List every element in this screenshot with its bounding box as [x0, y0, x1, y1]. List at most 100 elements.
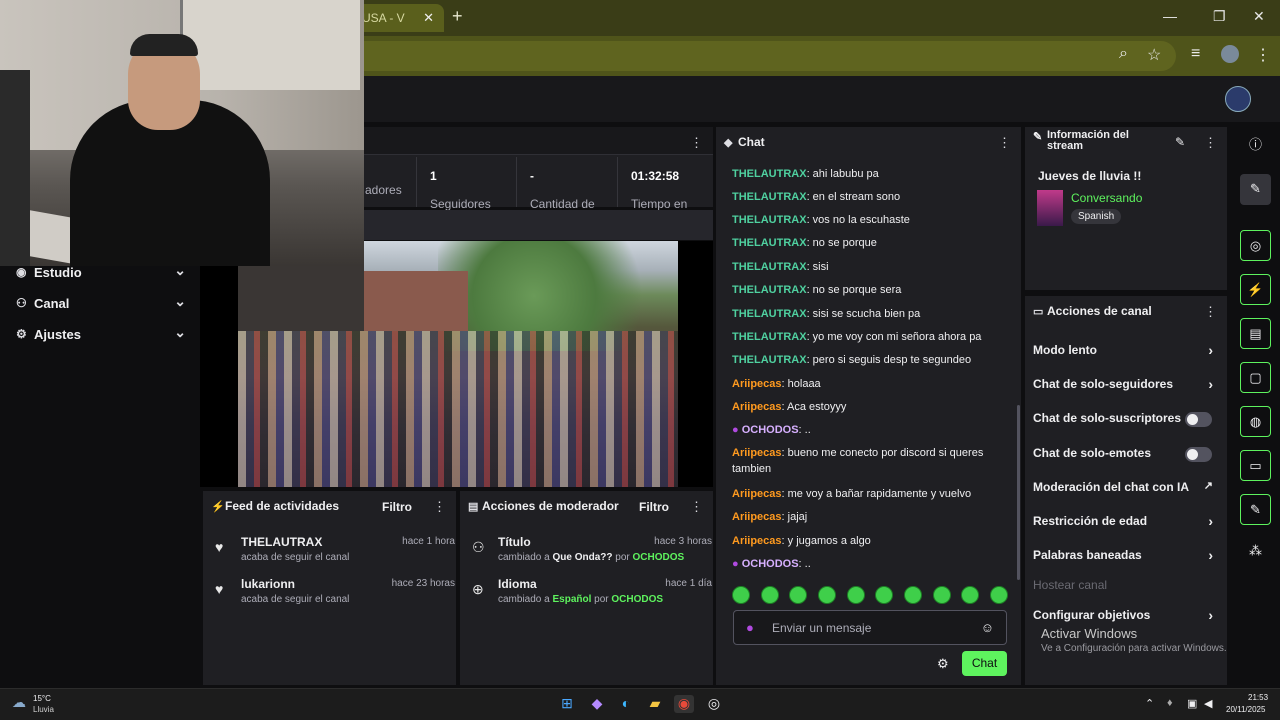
mic-tray-icon[interactable]: ♦: [1167, 697, 1173, 709]
emote-button[interactable]: [961, 586, 980, 604]
chat-username[interactable]: THELAUTRAX: [732, 308, 807, 320]
copilot-icon[interactable]: ◆: [587, 695, 607, 713]
chat-icon[interactable]: ▢: [1240, 362, 1271, 393]
stream-video[interactable]: [238, 241, 678, 487]
action-ai-moderation[interactable]: Moderación del chat con IA ↗: [1033, 480, 1219, 500]
chat-text: : ..: [798, 558, 811, 570]
emoji-picker-icon[interactable]: ☺: [981, 620, 994, 635]
emote-button[interactable]: [760, 586, 779, 604]
explorer-icon[interactable]: ▰: [645, 695, 665, 713]
category-link[interactable]: Conversando: [1071, 191, 1142, 205]
emote-button[interactable]: [789, 586, 808, 604]
wrench-icon: ✎: [1033, 131, 1043, 143]
action-emotes-only[interactable]: Chat de solo-emotes: [1033, 446, 1219, 466]
emote-button[interactable]: [903, 586, 922, 604]
chat-username[interactable]: OCHODOS: [742, 424, 799, 436]
wrench-icon[interactable]: ✎: [1240, 494, 1271, 525]
chat-username[interactable]: THELAUTRAX: [732, 237, 807, 249]
broadcast-icon[interactable]: ◍: [1240, 406, 1271, 437]
send-chat-button[interactable]: Chat: [962, 651, 1007, 676]
document-icon[interactable]: ▤: [1240, 318, 1271, 349]
minimize-button[interactable]: —: [1163, 8, 1177, 24]
info-icon[interactable]: ⓘ: [1240, 130, 1271, 161]
action-slow-mode[interactable]: Modo lento ›: [1033, 342, 1219, 363]
category-thumbnail: [1037, 190, 1063, 226]
edit-pencil-icon[interactable]: ✎: [1175, 135, 1185, 149]
chat-text: : no se porque sera: [806, 284, 902, 296]
subs-only-toggle[interactable]: [1185, 412, 1212, 427]
network-icon[interactable]: ▣: [1187, 697, 1197, 710]
profile-avatar[interactable]: [1221, 45, 1239, 63]
action-goals[interactable]: Configurar objetivos ›: [1033, 607, 1219, 628]
address-bar[interactable]: [330, 41, 1176, 71]
chat-username[interactable]: THELAUTRAX: [732, 168, 807, 180]
chat-settings-icon[interactable]: ⚙: [937, 656, 949, 672]
chat-username[interactable]: THELAUTRAX: [732, 354, 807, 366]
chat-username[interactable]: THELAUTRAX: [732, 331, 807, 343]
chat-message: THELAUTRAX: no se porque sera: [732, 282, 1012, 298]
filter-button[interactable]: Filtro: [639, 500, 669, 514]
edge-icon[interactable]: ◐: [616, 695, 636, 713]
media-control-icon[interactable]: ≡: [1191, 45, 1200, 63]
kebab-menu-icon[interactable]: ⋮: [690, 135, 703, 151]
kebab-menu-icon[interactable]: ⋮: [433, 499, 446, 515]
chat-username[interactable]: THELAUTRAX: [732, 284, 807, 296]
action-followers-only[interactable]: Chat de solo-seguidores ›: [1033, 376, 1219, 397]
close-window-button[interactable]: ✕: [1253, 8, 1265, 25]
clock-date[interactable]: 20/11/2025: [1226, 705, 1265, 714]
emote-button[interactable]: [932, 586, 951, 604]
action-subs-only[interactable]: Chat de solo-suscriptores: [1033, 411, 1219, 431]
chat-username[interactable]: Ariipecas: [732, 488, 782, 500]
weather-icon[interactable]: ☁: [12, 694, 26, 711]
chat-input[interactable]: ● Enviar un mensaje ☺: [733, 610, 1007, 645]
heart-icon: ♥: [215, 581, 224, 597]
clock-time[interactable]: 21:53: [1248, 693, 1268, 702]
edit-icon[interactable]: ✎: [1240, 174, 1271, 205]
emote-button[interactable]: [846, 586, 865, 604]
chat-username[interactable]: Ariipecas: [732, 401, 782, 413]
player-header: [364, 210, 713, 240]
kebab-menu-icon[interactable]: ⋮: [1204, 304, 1217, 320]
chat-username[interactable]: THELAUTRAX: [732, 261, 807, 273]
camera-icon[interactable]: ◎: [1240, 230, 1271, 261]
chat-username[interactable]: OCHODOS: [742, 558, 799, 570]
chat-username[interactable]: Ariipecas: [732, 378, 782, 390]
obs-icon[interactable]: ◎: [704, 695, 724, 713]
tray-chevron-icon[interactable]: ⌃: [1145, 697, 1154, 710]
webcam-inset: [238, 265, 364, 331]
chat-text: : y jugamos a algo: [781, 535, 871, 547]
start-icon[interactable]: ⊞: [557, 695, 577, 713]
tab-close-icon[interactable]: ✕: [423, 10, 434, 26]
bookmark-star-icon[interactable]: ☆: [1147, 45, 1161, 65]
chat-username[interactable]: Ariipecas: [732, 535, 782, 547]
kebab-menu-icon[interactable]: ⋮: [1204, 135, 1217, 151]
browser-menu-icon[interactable]: ⋮: [1255, 45, 1271, 65]
chat-username[interactable]: Ariipecas: [732, 447, 782, 459]
chat-username[interactable]: THELAUTRAX: [732, 191, 807, 203]
apps-icon[interactable]: ⁂: [1240, 536, 1271, 567]
new-tab-button[interactable]: +: [452, 6, 463, 27]
action-banned-words[interactable]: Palabras baneadas ›: [1033, 547, 1219, 568]
volume-icon[interactable]: ◀: [1204, 697, 1212, 710]
nav-item-canal[interactable]: ⚇ Canal ⌄: [16, 293, 186, 313]
chat-username[interactable]: Ariipecas: [732, 511, 782, 523]
chat-scrollbar[interactable]: [1017, 405, 1020, 580]
zoom-icon[interactable]: ⌕: [1119, 45, 1128, 63]
channel-actions-icon[interactable]: ▭: [1240, 450, 1271, 481]
restore-button[interactable]: ❐: [1213, 8, 1226, 25]
kebab-menu-icon[interactable]: ⋮: [998, 135, 1011, 151]
lightning-icon[interactable]: ⚡: [1240, 274, 1271, 305]
filter-button[interactable]: Filtro: [382, 500, 412, 514]
kebab-menu-icon[interactable]: ⋮: [690, 499, 703, 515]
emote-button[interactable]: [732, 586, 750, 604]
nav-item-ajustes[interactable]: ⚙ Ajustes ⌄: [16, 324, 186, 344]
emotes-only-toggle[interactable]: [1185, 447, 1212, 462]
action-age-restriction[interactable]: Restricción de edad ›: [1033, 513, 1219, 534]
chrome-icon[interactable]: ◉: [674, 695, 694, 713]
emote-button[interactable]: [875, 586, 894, 604]
mod-actions-panel: ▤ Acciones de moderador Filtro ⋮ ⚇ Título…: [460, 491, 713, 685]
chat-username[interactable]: THELAUTRAX: [732, 214, 807, 226]
user-avatar[interactable]: [1225, 86, 1251, 112]
emote-button[interactable]: [989, 586, 1008, 604]
emote-button[interactable]: [817, 586, 836, 604]
